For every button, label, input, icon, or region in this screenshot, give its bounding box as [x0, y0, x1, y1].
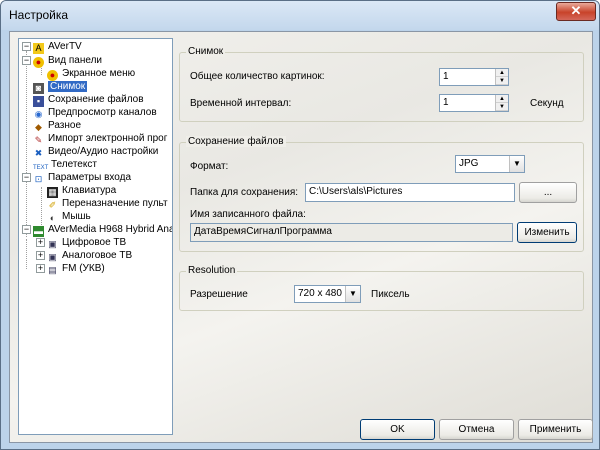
tree-item-snapshot[interactable]: ◙ Снимок — [33, 80, 88, 94]
interval-label: Временной интервал: — [190, 98, 292, 109]
format-label: Формат: — [190, 161, 229, 172]
tree-item-save-files[interactable]: ▪ Сохранение файлов — [33, 93, 144, 107]
avertv-logo-icon: A — [33, 43, 44, 54]
tree-expander-panel[interactable]: − — [22, 56, 31, 65]
cancel-button[interactable]: Отмена — [439, 419, 514, 440]
tree-item-mouse[interactable]: ◐ Мышь — [47, 210, 91, 223]
chevron-down-icon[interactable]: ▼ — [509, 156, 524, 172]
save-files-group: Сохранение файлов Формат: JPG ▼ Папка дл… — [179, 136, 584, 252]
panel-view-icon: ● — [33, 57, 44, 68]
tree-item-misc[interactable]: ◆ Разное — [33, 119, 81, 132]
window-title: Настройка — [9, 8, 69, 22]
save-files-group-title: Сохранение файлов — [186, 136, 286, 147]
resolution-label: Разрешение — [190, 289, 248, 300]
radio-icon: ▤ — [48, 265, 57, 275]
save-folder-field[interactable]: C:\Users\als\Pictures — [305, 183, 515, 202]
apply-button[interactable]: Применить — [518, 419, 593, 440]
snapshot-group: Снимок Общее количество картинок: 1 ▲ ▼ В… — [179, 46, 584, 122]
chevron-down-icon[interactable]: ▼ — [345, 286, 360, 302]
dialog-client-area: − A AVerTV − ● Вид панели ● Экранное меню ◙… — [9, 31, 593, 443]
settings-window: Настройка ✕ − A AVerTV − ● Вид панели ● Экр… — [0, 0, 600, 450]
filename-field[interactable]: ДатаВремяСигналПрограмма — [190, 223, 513, 242]
format-select[interactable]: JPG ▼ — [455, 155, 525, 173]
ok-button[interactable]: OK — [360, 419, 435, 440]
settings-tree[interactable]: − A AVerTV − ● Вид панели ● Экранное меню ◙… — [18, 38, 173, 435]
resolution-group: Resolution Разрешение 720 x 480 ▼ Пиксел… — [179, 265, 584, 311]
tree-expander-device[interactable]: − — [22, 225, 31, 234]
tree-item-panel-view[interactable]: ● Вид панели — [33, 54, 102, 68]
tree-item-input-params[interactable]: ⊡ Параметры входа — [33, 171, 131, 184]
tree-item-device[interactable]: ▬ AVerMedia H968 Hybrid Ana — [33, 223, 172, 237]
title-bar[interactable]: Настройка ✕ — [1, 1, 599, 30]
folder-label: Папка для сохранения: — [190, 187, 299, 198]
change-filename-button[interactable]: Изменить — [517, 222, 577, 243]
snapshot-group-title: Снимок — [186, 46, 226, 57]
close-button[interactable]: ✕ — [556, 2, 596, 21]
resolution-select[interactable]: 720 x 480 ▼ — [294, 285, 361, 303]
browse-button[interactable]: ... — [519, 182, 577, 203]
spin-down-icon[interactable]: ▼ — [496, 103, 508, 111]
tree-item-remote[interactable]: ✐ Переназначение пульт — [47, 197, 168, 210]
tree-item-keyboard[interactable]: ▦ Клавиатура — [47, 184, 116, 198]
tree-item-teletext[interactable]: TEXT Телетекст — [33, 158, 97, 171]
interval-spin[interactable]: ▲ ▼ — [495, 95, 508, 111]
tree-expander-digital-tv[interactable]: + — [36, 238, 45, 247]
tree-item-fm[interactable]: ▤ FM (УКВ) — [47, 262, 105, 275]
filename-label: Имя записанного файла: — [190, 209, 306, 220]
spin-up-icon[interactable]: ▲ — [496, 95, 508, 103]
input-params-icon: ⊡ — [34, 174, 43, 184]
tree-expander-root[interactable]: − — [22, 42, 31, 51]
spin-up-icon[interactable]: ▲ — [496, 69, 508, 77]
resolution-group-title: Resolution — [186, 265, 238, 276]
tree-item-osd-menu[interactable]: ● Экранное меню — [47, 67, 135, 81]
spin-down-icon[interactable]: ▼ — [496, 77, 508, 85]
tree-item-analog-tv[interactable]: ▣ Аналоговое ТВ — [47, 249, 132, 262]
tree-item-import-epg[interactable]: ✎ Импорт электронной прог — [33, 132, 168, 145]
tree-item-digital-tv[interactable]: ▣ Цифровое ТВ — [47, 236, 126, 249]
tree-item-av-settings[interactable]: ✖ Видео/Аудио настройки — [33, 145, 159, 158]
tree-item-avertv[interactable]: A AVerTV — [33, 40, 82, 54]
tree-expander-fm[interactable]: + — [36, 264, 45, 273]
tree-expander-analog-tv[interactable]: + — [36, 251, 45, 260]
tree-item-channel-preview[interactable]: ◉ Предпросмотр каналов — [33, 106, 157, 119]
interval-stepper[interactable]: 1 ▲ ▼ — [439, 94, 509, 112]
close-icon: ✕ — [570, 3, 582, 18]
device-card-icon: ▬ — [33, 226, 44, 237]
picture-count-label: Общее количество картинок: — [190, 71, 325, 82]
tree-expander-input[interactable]: − — [22, 173, 31, 182]
interval-unit-label: Секунд — [530, 98, 564, 109]
resolution-unit-label: Пиксель — [371, 289, 410, 300]
picture-count-stepper[interactable]: 1 ▲ ▼ — [439, 68, 509, 86]
picture-count-spin[interactable]: ▲ ▼ — [495, 69, 508, 85]
